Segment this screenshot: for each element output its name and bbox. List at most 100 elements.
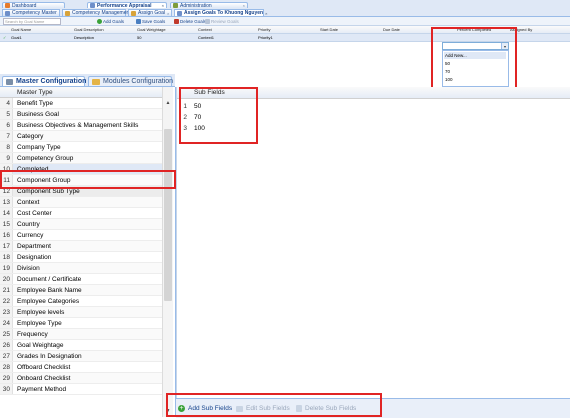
appraisal-icon <box>90 3 95 8</box>
master-type-label: Currency <box>17 231 44 239</box>
master-type-row[interactable]: 19 Division <box>0 263 162 274</box>
sub-tab-strip: Competency Master Competency Management … <box>0 9 570 16</box>
row-number: 21 <box>0 285 13 295</box>
master-type-row[interactable]: 9 Competency Group <box>0 153 162 164</box>
review-goals-button[interactable]: Review Goals <box>205 18 239 24</box>
save-goals-button[interactable]: Save Goals <box>136 18 165 24</box>
tab-modules-configuration[interactable]: Modules Configuration <box>88 76 173 86</box>
column-header[interactable]: Start Date <box>320 27 338 32</box>
tab-competency-master[interactable]: Competency Master <box>2 9 60 16</box>
master-type-label: Competency Group <box>17 154 74 162</box>
tab-dashboard[interactable]: Dashboard <box>2 2 65 9</box>
master-type-row[interactable]: 6 Business Objectives & Management Skills <box>0 120 162 131</box>
master-type-list: Master Type 4 Benefit Type 5 Business Goal 6… <box>0 87 176 417</box>
goal-search-input[interactable]: Search by Goal Name <box>3 18 61 25</box>
row-number: 19 <box>0 263 13 273</box>
master-type-row[interactable]: 15 Country <box>0 219 162 230</box>
master-list-scrollbar[interactable]: ▲ ▼ <box>162 87 173 417</box>
row-number: 9 <box>0 153 13 163</box>
close-icon[interactable]: × <box>162 3 164 8</box>
master-type-row[interactable]: 27 Grades In Designation <box>0 351 162 362</box>
add-icon <box>97 18 102 24</box>
master-type-row[interactable]: 4 Benefit Type <box>0 98 162 109</box>
user-icon <box>131 10 136 16</box>
column-header[interactable]: Context <box>198 27 212 32</box>
master-type-label: Department <box>17 242 51 250</box>
master-type-row[interactable]: 26 Goal Weightage <box>0 340 162 351</box>
tab-administration[interactable]: Administration × <box>170 2 248 9</box>
column-header[interactable]: Priority <box>258 27 270 32</box>
column-header[interactable]: Goal Description <box>74 27 104 32</box>
priority-cell[interactable]: Priority1 <box>258 35 273 40</box>
tab-label: Competency Management <box>72 10 131 16</box>
column-header[interactable]: Goal Weightage <box>137 27 166 32</box>
master-type-label: Category <box>17 132 44 140</box>
row-number: 27 <box>0 351 13 361</box>
master-type-label: Frequency <box>17 330 48 338</box>
master-type-header[interactable]: Master Type <box>0 87 162 98</box>
master-type-label: Business Objectives & Management Skills <box>17 121 139 129</box>
tab-label: Assign Goal <box>138 10 165 16</box>
add-goals-button[interactable]: Add Goals <box>97 18 124 24</box>
master-type-row[interactable]: 5 Business Goal <box>0 109 162 120</box>
delete-goals-button[interactable]: Delete Goals <box>174 18 206 24</box>
master-type-row[interactable]: 21 Employee Bank Name <box>0 285 162 296</box>
master-type-row[interactable]: 13 Context <box>0 197 162 208</box>
row-number: 28 <box>0 362 13 372</box>
goal-description-cell[interactable]: Description <box>74 35 94 40</box>
tab-performance-appraisal[interactable]: Performance Appraisal × <box>87 2 167 9</box>
tab-assign-goal[interactable]: Assign Goal × <box>128 9 172 16</box>
master-type-label: Designation <box>17 253 52 261</box>
context-cell[interactable]: Context1 <box>198 35 214 40</box>
row-number: 13 <box>0 197 13 207</box>
row-number: 14 <box>0 208 13 218</box>
master-type-row[interactable]: 14 Cost Center <box>0 208 162 219</box>
row-number: 20 <box>0 274 13 284</box>
master-type-row[interactable]: 24 Employee Type <box>0 318 162 329</box>
close-icon[interactable]: × <box>243 3 245 8</box>
master-type-row[interactable]: 30 Payment Method <box>0 384 162 395</box>
column-header[interactable]: Goal Name <box>11 27 31 32</box>
goal-weightage-cell[interactable]: 50 <box>137 35 141 40</box>
master-type-row[interactable]: 7 Category <box>0 131 162 142</box>
master-type-label: Goal Weightage <box>17 341 64 349</box>
row-number: 8 <box>0 142 13 152</box>
row-number: 16 <box>0 230 13 240</box>
master-type-row[interactable]: 25 Frequency <box>0 329 162 340</box>
master-type-row[interactable]: 22 Employee Categories <box>0 296 162 307</box>
folder-icon <box>65 10 70 16</box>
tab-assign-goals-to-user[interactable]: Assign Goals To Khuong Nguyen × <box>174 9 267 16</box>
column-header[interactable]: Due Date <box>383 27 400 32</box>
row-number: 7 <box>0 131 13 141</box>
master-type-row[interactable]: 16 Currency <box>0 230 162 241</box>
master-type-label: Grades In Designation <box>17 352 82 360</box>
master-type-row[interactable]: 28 Offboard Checklist <box>0 362 162 373</box>
master-type-row[interactable]: 18 Designation <box>0 252 162 263</box>
scroll-thumb[interactable] <box>164 129 172 301</box>
master-type-row[interactable]: 20 Document / Certificate <box>0 274 162 285</box>
user-icon <box>177 10 182 16</box>
close-icon[interactable]: × <box>265 11 267 16</box>
row-number: 30 <box>0 384 13 394</box>
top-tab-strip: Dashboard Performance Appraisal × Admini… <box>0 0 570 17</box>
tab-label: Performance Appraisal <box>97 2 152 9</box>
master-type-row[interactable]: 17 Department <box>0 241 162 252</box>
close-icon[interactable]: × <box>167 11 169 16</box>
tab-master-configuration[interactable]: Master Configuration <box>2 76 86 86</box>
highlight-completed-row <box>0 170 176 189</box>
master-type-row[interactable]: 23 Employee levels <box>0 307 162 318</box>
master-type-label: Employee levels <box>17 308 65 316</box>
master-type-label: Company Type <box>17 143 61 151</box>
row-check-icon[interactable]: ✓ <box>3 35 6 40</box>
scroll-up-icon[interactable]: ▲ <box>164 100 172 106</box>
master-type-row[interactable]: 29 Onboard Checklist <box>0 373 162 384</box>
button-label: Delete Goals <box>180 18 207 24</box>
master-type-row[interactable]: 8 Company Type <box>0 142 162 153</box>
administration-icon <box>173 3 178 8</box>
goal-name-cell[interactable]: Goal1 <box>11 35 22 40</box>
master-type-label: Benefit Type <box>17 99 54 107</box>
tab-competency-management[interactable]: Competency Management <box>62 9 131 16</box>
tab-label: Administration <box>180 2 212 9</box>
row-number: 18 <box>0 252 13 262</box>
master-type-label: Country <box>17 220 40 228</box>
